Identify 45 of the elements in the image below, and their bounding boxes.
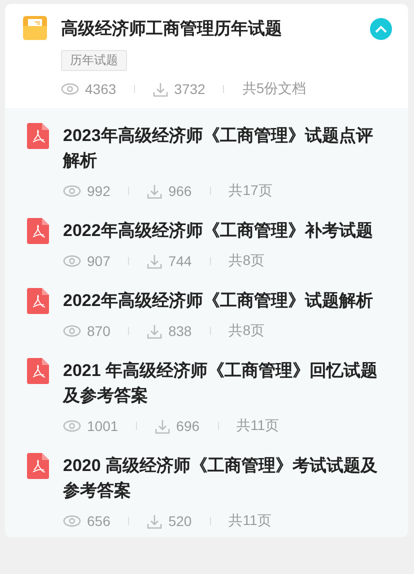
page-count: 共8页: [228, 252, 265, 270]
download-icon: [147, 184, 162, 198]
document-title[interactable]: 2020 高级经济师《工商管理》考试试题及参考答案: [63, 453, 385, 503]
download-count: 744: [168, 253, 192, 269]
category-tag: 历年试题: [61, 50, 127, 71]
document-title[interactable]: 2022年高级经济师《工商管理》补考试题: [63, 218, 385, 243]
eye-icon: [63, 420, 81, 432]
page-count: 共5份文档: [242, 80, 306, 98]
eye-icon: [61, 83, 79, 95]
page-count: 共11页: [228, 512, 272, 530]
view-count: 992: [87, 183, 110, 199]
eye-icon: [63, 185, 81, 197]
download-icon: [155, 418, 170, 434]
chevron-up-icon: [375, 25, 387, 33]
pdf-file-icon: [27, 218, 49, 244]
eye-icon: [63, 255, 81, 267]
download-count: 838: [168, 323, 192, 339]
view-count: 1001: [87, 418, 118, 434]
download-icon: [153, 82, 168, 96]
folder-icon: [23, 16, 47, 40]
download-count: 966: [168, 183, 192, 199]
eye-icon: [63, 325, 81, 337]
view-count: 656: [87, 513, 110, 529]
document-title[interactable]: 2021 年高级经济师《工商管理》回忆试题及参考答案: [63, 358, 385, 408]
page-count: 共11页: [236, 417, 280, 435]
document-title[interactable]: 2022年高级经济师《工商管理》试题解析: [63, 288, 385, 313]
view-count: 907: [87, 253, 110, 269]
page-count: 共8页: [228, 322, 265, 340]
eye-icon: [63, 515, 81, 527]
download-count: 520: [168, 513, 192, 529]
folder-title: 高级经济师工商管理历年试题: [61, 18, 282, 40]
document-title[interactable]: 2023年高级经济师《工商管理》试题点评解析: [63, 123, 385, 173]
page-count: 共17页: [228, 182, 272, 200]
view-count: 870: [87, 323, 110, 339]
download-icon: [147, 324, 162, 338]
pdf-file-icon: [27, 288, 49, 314]
download-count: 696: [176, 418, 200, 434]
download-count: 3732: [174, 81, 206, 97]
pdf-file-icon: [27, 453, 49, 479]
download-icon: [147, 254, 162, 268]
pdf-file-icon: [27, 123, 49, 149]
collapse-button[interactable]: [370, 18, 392, 40]
pdf-file-icon: [27, 358, 49, 384]
view-count: 4363: [85, 81, 116, 97]
download-icon: [147, 514, 162, 528]
